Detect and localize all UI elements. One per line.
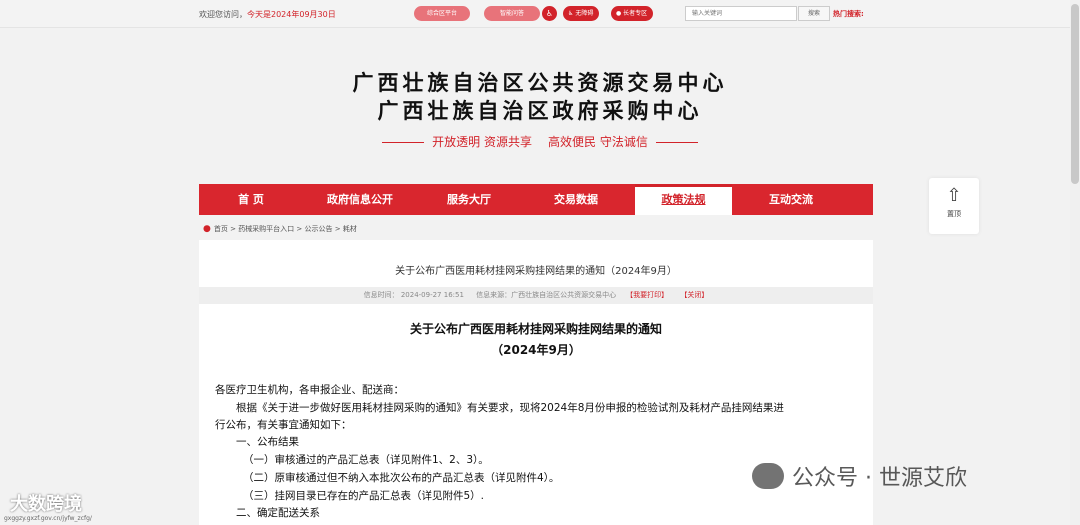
wechat-icon	[752, 463, 784, 489]
list-item: （三）挂网目录已存在的产品汇总表（详见附件5）.	[243, 490, 485, 502]
close-link[interactable]: 【关闭】	[680, 291, 708, 299]
section-one-heading: 一、公布结果	[236, 436, 299, 448]
paragraph-body-cont: 行公布，有关事宜通知如下：	[215, 419, 352, 431]
paragraph-salutation: 各医疗卫生机构，各申报企业、配送商：	[215, 384, 404, 396]
hot-search-label[interactable]: 热门搜索:	[833, 9, 864, 19]
top-bar: 欢迎您访问，今天是2024年09月30日 综合区平台 智能问答 ♿ ♿ 无障碍 …	[0, 0, 1080, 28]
paragraph-body: 根据《关于进一步做好医用耗材挂网采购的通知》有关要求，现将2024年8月份申报的…	[236, 402, 784, 414]
nav-interaction[interactable]: 互动交流	[739, 184, 843, 215]
site-title-line1: 广西壮族自治区公共资源交易中心	[352, 71, 728, 95]
url-text: gxggzy.gxzf.gov.cn/jyfw_zcfg/	[4, 515, 92, 522]
slogan-divider-left	[382, 142, 425, 143]
article-heading-line1: 关于公布广西医用耗材挂网采购挂网结果的通知	[409, 322, 662, 336]
nav-gov-info[interactable]: 政府信息公开	[303, 184, 417, 215]
breadcrumb: ● 首页 > 药械采购平台入口 > 公示公告 > 耗材	[203, 224, 357, 234]
scrollbar-thumb[interactable]	[1071, 4, 1079, 184]
nav-trade-data[interactable]: 交易数据	[521, 184, 631, 215]
wechat-watermark: 公众号 · 世源艾欣	[752, 460, 967, 492]
article-heading-line2: （2024年9月）	[491, 343, 581, 357]
search-button[interactable]: 搜索	[798, 6, 830, 21]
platform-button[interactable]: 综合区平台	[414, 6, 470, 21]
accessibility-toggle-icon[interactable]: ♿	[542, 6, 557, 21]
breadcrumb-home[interactable]: 首页	[214, 225, 228, 233]
breadcrumb-level2[interactable]: 公示公告	[305, 225, 333, 233]
breadcrumb-level1[interactable]: 药械采购平台入口	[238, 225, 294, 233]
article-meta: 信息时间： 2024-09-27 16:51 信息来源：广西壮族自治区公共资源交…	[199, 287, 873, 304]
back-to-top-label: 置顶	[947, 210, 961, 218]
date-text: 今天是2024年09月30日	[247, 10, 336, 19]
list-item: （二）原审核通过但不纳入本批次公布的产品汇总表（详见附件4）。	[243, 472, 560, 484]
elder-zone-button[interactable]: ● 长者专区	[611, 6, 654, 21]
nav-policy[interactable]: 政策法规	[635, 184, 732, 215]
elder-icon: ●	[616, 10, 622, 17]
breadcrumb-level3[interactable]: 耗材	[343, 225, 357, 233]
meta-time: 信息时间： 2024-09-27 16:51	[363, 291, 464, 299]
article-title: 关于公布广西医用耗材挂网采购挂网结果的通知（2024年9月）	[395, 266, 677, 277]
slogan-divider-right	[655, 142, 698, 143]
nav-service-hall[interactable]: 服务大厅	[417, 184, 521, 215]
scrollbar[interactable]	[1070, 0, 1080, 525]
wheelchair-icon: ♿	[568, 10, 574, 17]
back-to-top-button[interactable]: ⇧ 置顶	[929, 178, 979, 234]
meta-source: 信息来源：广西壮族自治区公共资源交易中心	[476, 291, 617, 299]
brand-watermark: 大数跨境	[10, 494, 82, 515]
search-input[interactable]	[685, 6, 797, 21]
nav-home[interactable]: 首 页	[199, 184, 303, 215]
up-arrow-icon: ⇧	[946, 185, 962, 206]
site-title-line2: 广西壮族自治区政府采购中心	[377, 99, 703, 123]
welcome-text: 欢迎您访问，今天是2024年09月30日	[199, 10, 336, 19]
print-link[interactable]: 【我要打印】	[626, 291, 668, 299]
slogan: 开放透明 资源共享 高效便民 守法诚信	[0, 133, 1080, 150]
list-item: （一）审核通过的产品汇总表（详见附件1、2、3）。	[243, 454, 489, 466]
smart-qa-button[interactable]: 智能问答	[484, 6, 540, 21]
location-pin-icon: ●	[203, 224, 211, 234]
section-two-heading: 二、确定配送关系	[236, 507, 320, 519]
main-nav: 首 页 政府信息公开 服务大厅 交易数据 政策法规 互动交流	[199, 184, 873, 215]
accessibility-button[interactable]: ♿ 无障碍	[563, 6, 600, 21]
